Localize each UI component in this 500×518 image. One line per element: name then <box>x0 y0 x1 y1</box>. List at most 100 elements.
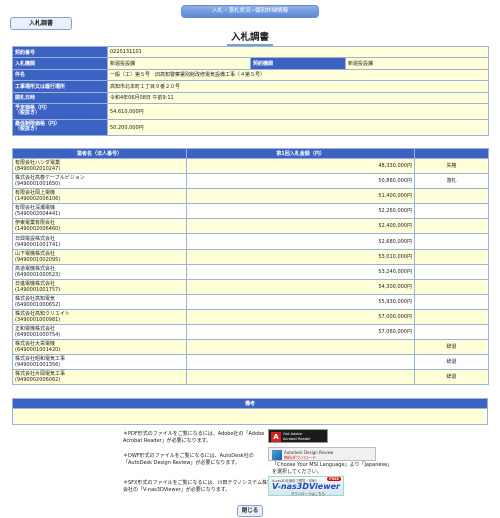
bid-amount <box>186 339 415 356</box>
bidder-corporate-number: (9490001001356) <box>15 362 61 369</box>
free-badge: FREE <box>327 477 341 481</box>
dwf-note: ＊DWF形式のファイルをご覧になるには、AutoDesk社の「AutoDesk … <box>123 453 254 466</box>
bid-amount: 55,930,000円 <box>186 293 415 310</box>
bid-results-table: 業者名（法人番号） 第1回入札金額（円） 有限会社ハシダ電業 (849000201… <box>12 148 489 386</box>
contract-org-value: 新堀投設課 <box>344 57 490 70</box>
bidder-cell: 株式会社高知電気 (6490001000652) <box>12 293 187 310</box>
bidder-cell: 株式会社昭和電気工事 (9490001001356) <box>12 354 187 371</box>
bidder-cell: 株式会社高春ケーブルビジョン (9490001001650) <box>12 173 187 190</box>
bid-result: 落札 <box>414 173 489 190</box>
bid-row: 日興電設株式会社 (9490001001741) 52,680,000円 <box>12 233 489 250</box>
bidder-corporate-number: (9490001002095) <box>15 256 61 263</box>
bidder-corporate-number: (5490002004441) <box>15 211 61 218</box>
bid-rows: 有限会社ハシダ電業 (8490002010247) 48,330,000円 失格 株式会… <box>12 157 489 386</box>
bid-result <box>414 324 489 341</box>
contract-info-table: 契約番号 0220131101 入札機関 新堀投設課 契約機関 新堀投設課 件名… <box>12 45 490 136</box>
estimate-value: 54,610,000円 <box>106 102 490 120</box>
bid-row: 有限会社深瀬電機 (5490002004441) 52,260,000円 <box>12 203 489 220</box>
bidder-corporate-number: (9490002006062) <box>15 377 61 384</box>
remarks-table: 備考 <box>12 398 488 425</box>
pdf-note: ＊PDF形式のファイルをご覧になるには、Adobe社の「Adobe Acroba… <box>123 431 265 444</box>
col-first-bid-amount: 第1回入札金額（円） <box>186 148 415 159</box>
bid-amount: 52,260,000円 <box>186 203 415 220</box>
bid-result <box>414 203 489 220</box>
bidder-cell: 日興電設株式会社 (9490001001741) <box>12 233 187 250</box>
subject-label: 件名 <box>12 68 108 82</box>
bid-result: 辞退 <box>414 339 489 356</box>
bid-result: 辞退 <box>414 369 489 386</box>
bid-amount: 57,000,000円 <box>186 308 415 326</box>
bidder-cell: 株式会社片岡電気工事 (9490002006062) <box>12 369 187 386</box>
adobe-reader-link[interactable]: A Get Adobe Acrobat Reader <box>268 429 328 443</box>
msi-language-note: 「Choose Your MSI Language」より「Japanese」を選… <box>272 462 390 475</box>
col-result <box>414 148 489 159</box>
vnas-logo: V-nas3DViewer <box>272 482 340 491</box>
bid-org-value: 新堀投設課 <box>107 57 251 70</box>
bid-org-label: 入札機関 <box>12 57 108 70</box>
bid-result <box>414 278 489 295</box>
bid-amount: 51,400,000円 <box>186 188 415 205</box>
bidder-corporate-number: (3490001000981) <box>15 316 61 323</box>
bid-row: 高道電機株式会社 (6490001000523) 53,240,000円 <box>12 263 489 280</box>
bidder-corporate-number: (6490001001420) <box>15 347 61 354</box>
place-value: 高知市北本町１丁目９番２０号 <box>106 80 490 93</box>
adobe-icon: A <box>271 432 281 442</box>
bid-result <box>414 248 489 265</box>
bid-result <box>414 293 489 310</box>
close-button[interactable]: 閉じる <box>237 505 263 517</box>
bidder-cell: 正和電機株式会社 (6490001000754) <box>12 324 187 341</box>
adobe-line1: Get Adobe <box>283 432 302 436</box>
bidder-cell: 有限会社ハシダ電業 (8490002010247) <box>12 157 187 175</box>
bidder-cell: 伊東電業有限会社 (1490002006460) <box>12 218 187 235</box>
page-title-text: 入札調書 <box>226 29 273 46</box>
bid-amount: 57,060,000円 <box>186 324 415 341</box>
bid-row: 有限会社ハシダ電業 (8490002010247) 48,330,000円 失格 <box>12 157 489 175</box>
bid-result <box>414 308 489 326</box>
adobe-line2: Acrobat Reader <box>283 436 311 441</box>
bid-row: 株式会社高春ケーブルビジョン (9490001001650) 50,860,000円… <box>12 173 489 190</box>
bidder-corporate-number: (1490001001757) <box>15 286 61 293</box>
bid-row: 伊東電業有限会社 (1490002006460) 52,400,000円 <box>12 218 489 235</box>
bidder-corporate-number: (6490001000523) <box>15 271 61 278</box>
autodesk-icon <box>272 450 282 460</box>
vnas3dviewer-link[interactable]: V-nas3Dを無料で閲覧・印刷！ FREE V-nas3DViewer ダウン… <box>268 476 344 496</box>
bid-result <box>414 233 489 250</box>
bidder-cell: 日進電機株式会社 (1490001001757) <box>12 278 187 295</box>
autodesk-line2: 無料ダウンロード <box>284 455 316 460</box>
bid-amount: 52,680,000円 <box>186 233 415 250</box>
bid-amount <box>186 369 415 386</box>
bidder-cell: 高道電機株式会社 (6490001000523) <box>12 263 187 280</box>
bid-result: 辞退 <box>414 354 489 371</box>
min-price-value: 50,200,000円 <box>106 118 490 136</box>
col-bidder-name: 業者名（法人番号） <box>12 148 187 159</box>
bid-amount: 52,400,000円 <box>186 218 415 235</box>
bid-amount <box>186 354 415 371</box>
bid-result <box>414 188 489 205</box>
bidder-corporate-number: (6490001000652) <box>15 301 61 308</box>
bidder-cell: 有限会社岡上電機 (1490002006106) <box>12 188 187 205</box>
bid-amount: 54,300,000円 <box>186 278 415 295</box>
bid-row: 株式会社昭和電気工事 (9490001001356) 辞退 <box>12 354 489 371</box>
bid-row: 日進電機株式会社 (1490001001757) 54,300,000円 <box>12 278 489 295</box>
bid-amount: 50,860,000円 <box>186 173 415 190</box>
bid-row: 有限会社岡上電機 (1490002006106) 51,400,000円 <box>12 188 489 205</box>
subject-value: 一般（工）第５号 旧高知警察署別館改修電気設備工事（４第５号） <box>106 68 490 82</box>
bid-row: 株式会社大栄電機 (6490001001420) 辞退 <box>12 339 489 356</box>
contract-no-value: 0220131101 <box>106 45 490 59</box>
bidder-cell: 株式会社高知クリエイト (3490001000981) <box>12 308 187 326</box>
page-banner: 入札・落札状況−個別詳細情報 <box>181 5 319 18</box>
min-price-label: 最低制限価格（円） （税抜き） <box>12 118 108 136</box>
open-date-label: 開札日時 <box>12 91 108 104</box>
bidder-corporate-number: (1490002006460) <box>15 226 61 233</box>
bid-amount: 48,330,000円 <box>186 157 415 175</box>
bidder-cell: 山下電機株式会社 (9490001002095) <box>12 248 187 265</box>
open-date-value: 令和4年06月08日 午前9:11 <box>106 91 490 104</box>
place-label: 工事場所又は履行場所 <box>12 80 108 93</box>
bidder-cell: 株式会社大栄電機 (6490001001420) <box>12 339 187 356</box>
estimate-label: 予定価格（円） （税抜き） <box>12 102 108 120</box>
bidder-cell: 有限会社深瀬電機 (5490002004441) <box>12 203 187 220</box>
bid-amount: 53,240,000円 <box>186 263 415 280</box>
bidder-corporate-number: (9490001001741) <box>15 241 61 248</box>
bidder-corporate-number: (9490001001650) <box>15 181 61 188</box>
autodesk-design-review-link[interactable]: Autodesk Design Review 無料ダウンロード <box>268 447 376 461</box>
